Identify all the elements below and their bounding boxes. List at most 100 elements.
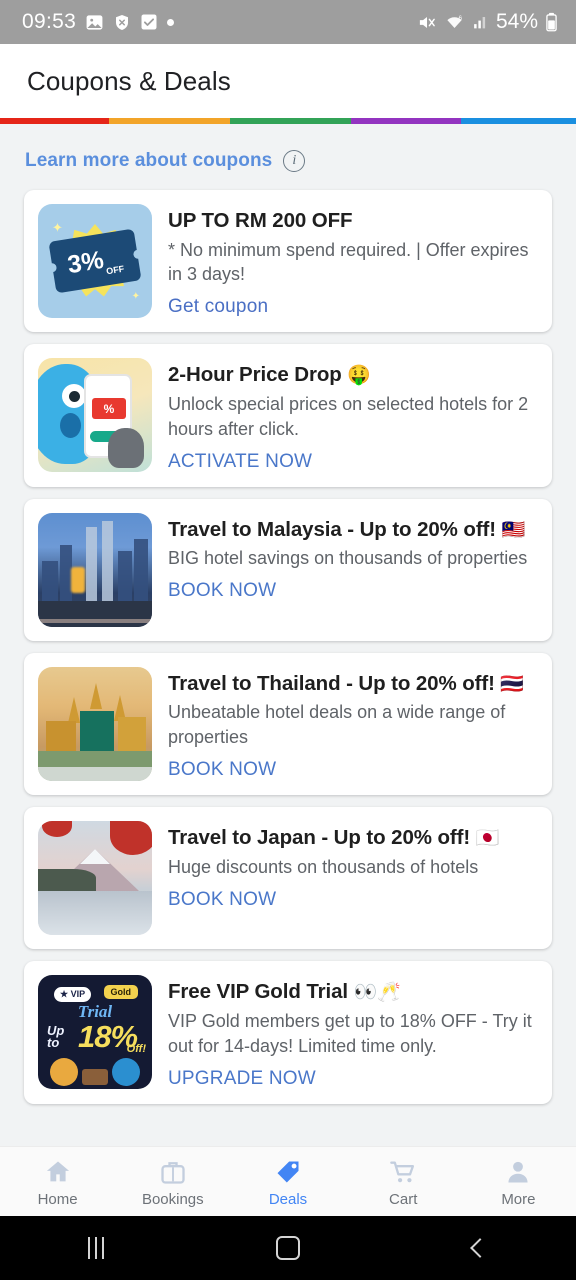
- hand-shape: [108, 428, 144, 469]
- svg-text:6: 6: [458, 15, 462, 22]
- learn-more-link[interactable]: Learn more about coupons: [25, 150, 272, 172]
- snow-cap-shape: [80, 849, 110, 865]
- nav-label: Bookings: [141, 1190, 204, 1208]
- back-chevron-icon: [470, 1238, 490, 1258]
- deal-title: UP TO RM 200 OFF: [168, 208, 536, 234]
- nav-item-bookings[interactable]: Bookings: [115, 1156, 230, 1208]
- vip-badge-label: ★ VIP: [54, 987, 92, 1003]
- page-title: Coupons & Deals: [27, 65, 231, 96]
- upto-label: Up to: [47, 1023, 65, 1051]
- coupon-percent-label: 3%: [65, 245, 106, 279]
- volume-mute-icon: [417, 13, 437, 32]
- home-button[interactable]: [192, 1236, 384, 1260]
- person-icon: [504, 1156, 532, 1186]
- recents-button[interactable]: [0, 1237, 192, 1259]
- gold-badge-label: Gold: [103, 985, 138, 1000]
- battery-percent-label: 54%: [495, 10, 538, 33]
- thailand-flag-emoji: 🇹🇭: [500, 672, 524, 695]
- deal-card[interactable]: Travel to Thailand - Up to 20% off! 🇹🇭 U…: [24, 652, 552, 796]
- nav-label: Home: [37, 1190, 78, 1208]
- vip-gold-trial-image: ★ VIP Gold Trial Up to 18% Off!: [38, 975, 152, 1090]
- nav-label: More: [501, 1190, 536, 1208]
- phone-coupon-percent: %: [92, 398, 126, 420]
- learn-more-row[interactable]: Learn more about coupons i: [0, 124, 576, 190]
- battery-icon: [545, 12, 558, 32]
- nav-label: Cart: [389, 1190, 418, 1208]
- tag-icon: [273, 1156, 303, 1186]
- dot-indicator: [167, 18, 175, 26]
- home-square-icon: [276, 1236, 300, 1260]
- cellular-signal-icon: [472, 13, 489, 31]
- mount-fuji-image: [38, 821, 152, 936]
- status-bar-clock: 09:53: [22, 10, 77, 33]
- deal-title: 2-Hour Price Drop 🤑: [168, 362, 536, 388]
- android-system-nav: [0, 1216, 576, 1280]
- deal-cta-button[interactable]: UPGRADE NOW: [168, 1068, 536, 1090]
- deal-description: BIG hotel savings on thousands of proper…: [168, 548, 528, 569]
- deal-title-text: 2-Hour Price Drop: [168, 363, 342, 387]
- japan-flag-emoji: 🇯🇵: [475, 827, 500, 850]
- deal-description: Huge discounts on thousands of hotels: [168, 856, 479, 877]
- deal-title: Travel to Malaysia - Up to 20% off! 🇲🇾: [168, 517, 536, 543]
- deal-card-body: Travel to Japan - Up to 20% off! 🇯🇵 Huge…: [168, 821, 536, 911]
- deal-title: Travel to Thailand - Up to 20% off! 🇹🇭: [168, 671, 536, 697]
- deal-description: VIP Gold members get up to 18% OFF - Try…: [168, 1010, 532, 1056]
- home-icon: [43, 1156, 73, 1186]
- deal-description: * No minimum spend required. | Offer exp…: [168, 239, 529, 285]
- deal-title-text: Travel to Thailand - Up to 20% off!: [168, 671, 495, 695]
- deal-title: Travel to Japan - Up to 20% off! 🇯🇵: [168, 825, 536, 851]
- checkbox-icon: [140, 13, 158, 31]
- kuala-lumpur-skyline-image: [38, 512, 152, 627]
- nav-item-home[interactable]: Home: [0, 1156, 115, 1208]
- deal-cta-button[interactable]: Get coupon: [168, 296, 536, 318]
- deal-title: Free VIP Gold Trial 👀🥂: [168, 979, 536, 1005]
- nav-item-deals[interactable]: Deals: [230, 1156, 345, 1208]
- deal-title-text: Travel to Japan - Up to 20% off!: [168, 826, 471, 850]
- app-header: Coupons & Deals: [0, 44, 576, 118]
- nav-item-cart[interactable]: Cart: [346, 1156, 461, 1208]
- deal-description: Unlock special prices on selected hotels…: [168, 394, 529, 439]
- status-bar: 09:53 6 54%: [0, 0, 576, 44]
- price-drop-character-phone-image: %: [38, 358, 152, 473]
- coupon-3-percent-off-image: ✦ ✦ 3% OFF: [38, 204, 152, 318]
- back-button[interactable]: [384, 1238, 576, 1258]
- wifi-6-icon: 6: [444, 13, 465, 32]
- deal-description: Unbeatable hotel deals on a wide range o…: [168, 702, 506, 748]
- deal-cta-button[interactable]: BOOK NOW: [168, 759, 536, 781]
- status-bar-right: 6 54%: [417, 10, 558, 34]
- malaysia-flag-emoji: 🇲🇾: [501, 518, 526, 541]
- deal-title-text: UP TO RM 200 OFF: [168, 209, 353, 232]
- deal-title-text: Travel to Malaysia - Up to 20% off!: [168, 517, 496, 541]
- shopping-cart-icon: [388, 1156, 418, 1186]
- off-label: Off!: [126, 1043, 146, 1056]
- deal-cta-button[interactable]: BOOK NOW: [168, 580, 536, 602]
- deal-card-body: Travel to Malaysia - Up to 20% off! 🇲🇾 B…: [168, 513, 536, 603]
- suitcase-icon: [159, 1156, 187, 1186]
- deal-card[interactable]: ★ VIP Gold Trial Up to 18% Off! Free VIP …: [24, 961, 552, 1104]
- deal-card[interactable]: Travel to Japan - Up to 20% off! 🇯🇵 Huge…: [24, 807, 552, 950]
- money-mouth-emoji: 🤑: [347, 364, 371, 387]
- deal-card[interactable]: ✦ ✦ 3% OFF UP TO RM 200 OFF * No minimum …: [24, 190, 552, 333]
- deals-scroll-area[interactable]: Learn more about coupons i ✦ ✦ 3% OFF UP …: [0, 124, 576, 1146]
- deal-card-body: Free VIP Gold Trial 👀🥂 VIP Gold members …: [168, 975, 536, 1089]
- deal-card[interactable]: Travel to Malaysia - Up to 20% off! 🇲🇾 B…: [24, 498, 552, 641]
- nav-item-more[interactable]: More: [461, 1156, 576, 1208]
- deal-cta-button[interactable]: BOOK NOW: [168, 889, 536, 911]
- deal-title-text: Free VIP Gold Trial: [168, 980, 349, 1004]
- info-icon[interactable]: i: [283, 150, 306, 172]
- lake-reflection-shape: [38, 891, 152, 936]
- sparkle-icon: ✦: [131, 291, 140, 302]
- deal-card[interactable]: % 2-Hour Price Drop 🤑 Unlock special pri…: [24, 344, 552, 487]
- deal-card-body: UP TO RM 200 OFF * No minimum spend requ…: [168, 204, 536, 318]
- eyes-champagne-emoji: 👀🥂: [353, 981, 401, 1004]
- deal-card-body: Travel to Thailand - Up to 20% off! 🇹🇭 U…: [168, 667, 536, 781]
- sparkle-icon: ✦: [52, 220, 63, 235]
- nav-label: Deals: [268, 1190, 308, 1208]
- thailand-grand-palace-image: [38, 666, 152, 781]
- deal-card-body: 2-Hour Price Drop 🤑 Unlock special price…: [168, 358, 536, 472]
- bottom-navigation-bar: Home Bookings Deals Cart More: [0, 1146, 576, 1216]
- status-bar-left: 09:53: [22, 10, 175, 34]
- coupon-off-label: OFF: [105, 263, 125, 277]
- image-icon: [85, 13, 104, 32]
- deal-cta-button[interactable]: ACTIVATE NOW: [168, 451, 536, 473]
